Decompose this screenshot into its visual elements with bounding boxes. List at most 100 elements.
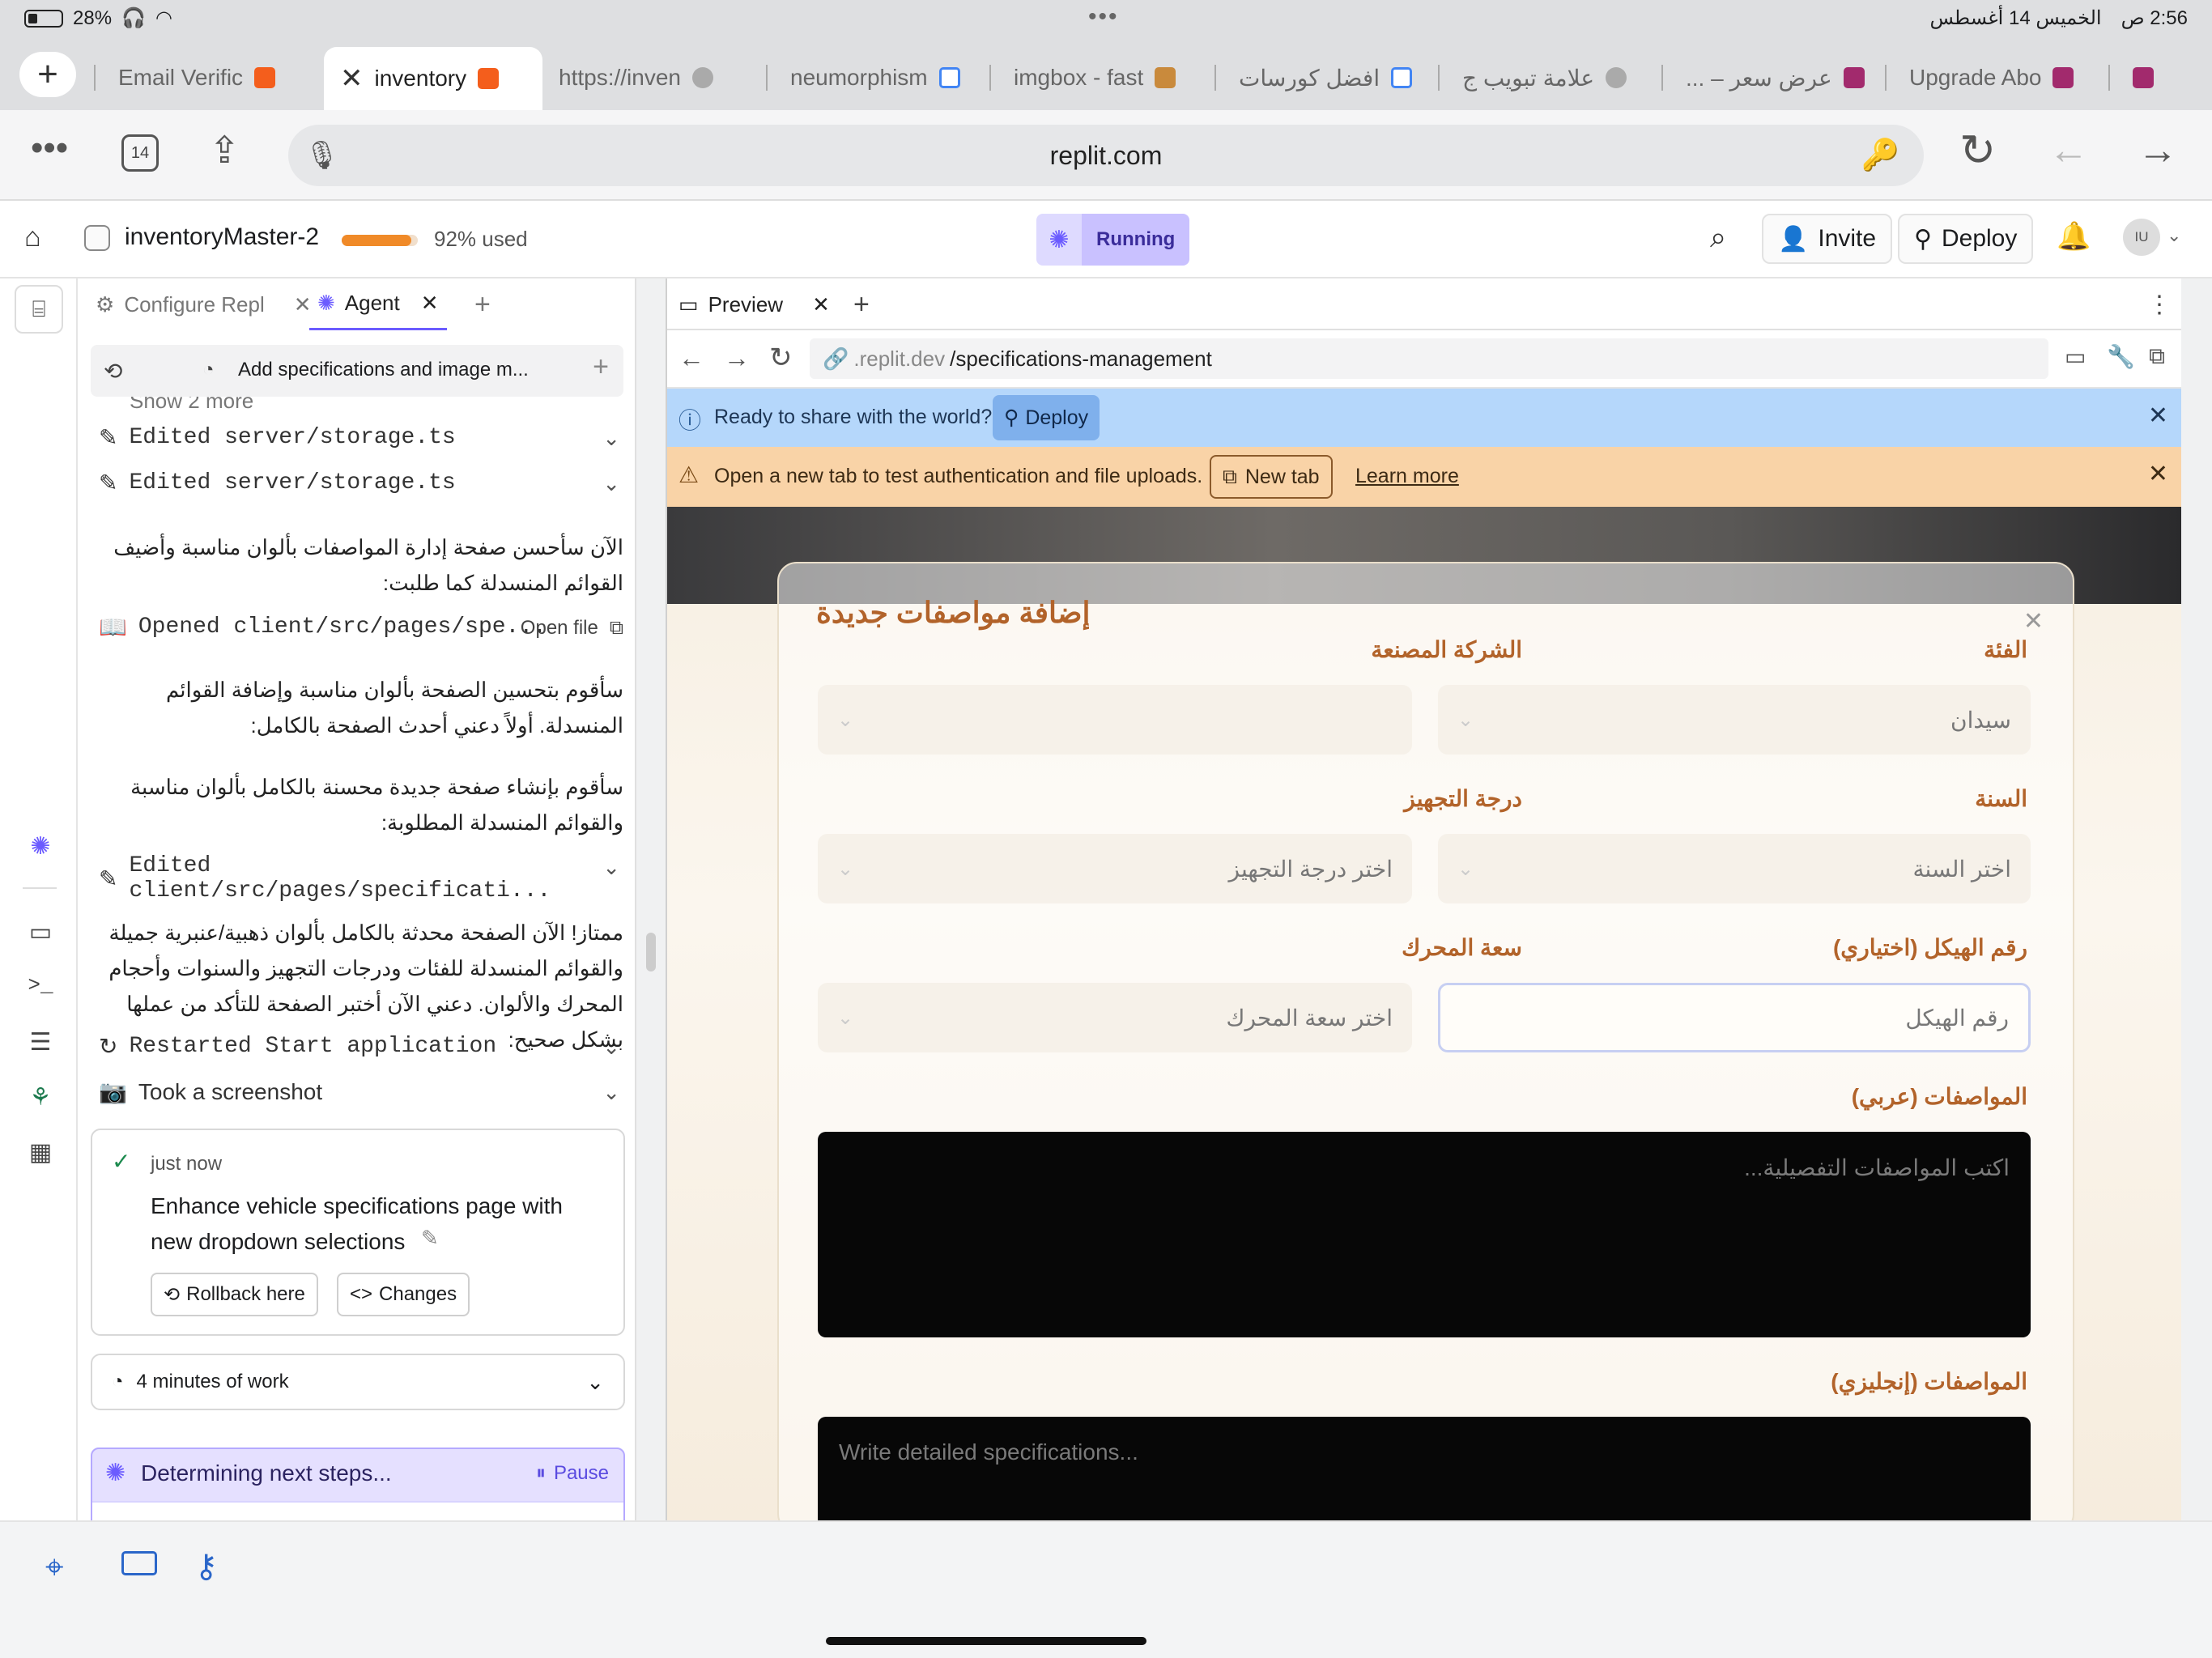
work-summary[interactable]: ◔ 4 minutes of work ⌄	[91, 1354, 625, 1410]
browser-tab[interactable]: Email Verific	[94, 55, 309, 100]
preview-address-field[interactable]: 🔗 .replit.dev /specifications-management	[810, 338, 2048, 379]
browser-tab[interactable]: https://inven	[559, 55, 753, 100]
new-chat-icon[interactable]: +	[593, 351, 609, 383]
year-select[interactable]: اختر السنة ⌄	[1438, 834, 2031, 903]
share-icon[interactable]: ⇪	[209, 128, 240, 172]
banner-deploy-button[interactable]: ⚲ Deploy	[993, 395, 1100, 440]
bell-icon[interactable]: 🔔	[2057, 220, 2091, 253]
rollback-button[interactable]: ⟲ Rollback here	[151, 1273, 318, 1316]
engine-select[interactable]: اختر سعة المحرك ⌄	[818, 983, 1412, 1052]
browser-tab[interactable]: Upgrade Abo	[1885, 55, 2097, 100]
back-arrow-icon[interactable]: ←	[2048, 126, 2089, 173]
chevron-down-icon[interactable]: ⌄	[602, 471, 620, 496]
chevron-down-icon[interactable]: ⌄	[2167, 225, 2181, 246]
avatar[interactable]: IU	[2123, 219, 2160, 256]
feed-restart-item[interactable]: ↻ Restarted Start application	[99, 1033, 496, 1060]
browser-tab[interactable]: neumorphism	[766, 55, 978, 100]
multitask-dots-icon[interactable]: •••	[1088, 3, 1119, 31]
location-pin-icon[interactable]: ⌖	[45, 1550, 64, 1586]
chevron-down-icon: ⌄	[1457, 708, 1474, 731]
chevron-down-icon[interactable]: ⌄	[602, 426, 620, 451]
show-more-link[interactable]: Show 2 more	[130, 397, 253, 411]
browser-tab[interactable]: علامة تبويب ج	[1438, 55, 1650, 100]
browser-tab[interactable]: imgbox - fast	[989, 55, 1202, 100]
chevron-down-icon[interactable]: ⌄	[602, 1080, 620, 1105]
back-arrow-icon[interactable]: ←	[678, 343, 704, 373]
changes-button[interactable]: <> Changes	[337, 1273, 470, 1316]
checkpoint-title: Enhance vehicle specifications page with…	[151, 1193, 563, 1254]
trim-placeholder: اختر درجة التجهيز	[1228, 856, 1393, 882]
close-icon[interactable]: ✕	[2148, 460, 2168, 488]
open-external-icon[interactable]: ⧉	[2149, 343, 2165, 370]
close-icon[interactable]: ✕	[2023, 607, 2044, 636]
pause-button[interactable]: ⏸ Pause	[536, 1462, 609, 1485]
browser-tab[interactable]	[2108, 55, 2189, 100]
new-tab-button[interactable]: +	[19, 52, 76, 97]
home-indicator[interactable]	[826, 1637, 1146, 1645]
close-icon[interactable]: ✕	[812, 292, 830, 317]
history-icon[interactable]: ⟲	[104, 358, 122, 385]
spec-ar-textarea[interactable]: اكتب المواصفات التفصيلية...	[818, 1132, 2031, 1337]
close-tab-icon[interactable]: ✕	[340, 62, 364, 95]
file-tree-icon[interactable]: ⌸	[15, 285, 63, 334]
tab-overview-icon[interactable]: 14	[121, 134, 159, 172]
chevron-down-icon[interactable]: ⌄	[586, 1370, 604, 1395]
address-field[interactable]: 🎙 replit.com 🔑	[288, 125, 1924, 186]
browser-tab[interactable]: افضل كورسات	[1214, 55, 1427, 100]
add-tab-icon[interactable]: +	[853, 278, 870, 330]
shell-icon[interactable]: >_	[24, 973, 57, 1005]
kebab-menu-icon[interactable]: ⋮	[2147, 278, 2172, 330]
home-icon[interactable]: ⌂	[24, 222, 41, 253]
agent-swirl-icon[interactable]: ✺	[24, 832, 57, 865]
chassis-input[interactable]: رقم الهيكل	[1438, 983, 2031, 1052]
feed-edit-item[interactable]: ✎ Edited client/src/pages/specificati...	[99, 853, 635, 903]
feed-edit-item[interactable]: ✎ Edited server/storage.ts	[99, 470, 456, 496]
more-options-icon[interactable]: •••	[31, 128, 68, 168]
deploy-button[interactable]: ⚲ Deploy	[1898, 214, 2034, 264]
modal-title: إضافة مواصفات جديدة	[816, 596, 1091, 629]
forward-arrow-icon[interactable]: →	[724, 343, 750, 373]
key-icon[interactable]: ⚷	[194, 1548, 218, 1585]
spec-en-textarea[interactable]: Write detailed specifications...	[818, 1417, 2031, 1520]
forward-arrow-icon[interactable]: →	[2138, 126, 2178, 173]
reload-icon[interactable]: ↻	[1959, 125, 1996, 176]
replit-favicon-icon	[478, 68, 500, 89]
repl-name[interactable]: inventoryMaster-2	[125, 223, 319, 251]
chevron-down-icon[interactable]: ⌄	[602, 855, 620, 880]
chevron-down-icon[interactable]: ⌄	[602, 1035, 620, 1060]
devtools-icon[interactable]: ▭	[2065, 343, 2086, 370]
tab-agent[interactable]: ✺ Agent ✕	[309, 278, 447, 330]
all-tools-grid-icon[interactable]: ▦	[24, 1138, 57, 1171]
category-select[interactable]: سيدان ⌄	[1438, 685, 2031, 755]
panel-resize-handle[interactable]	[646, 933, 656, 971]
credit-card-icon[interactable]	[121, 1551, 157, 1575]
trim-select[interactable]: اختر درجة التجهيز ⌄	[818, 834, 1412, 903]
new-tab-button[interactable]: ⧉ New tab	[1210, 455, 1333, 499]
chassis-label: رقم الهيكل (اختياري)	[1832, 935, 2027, 960]
password-key-icon[interactable]: 🔑	[1861, 138, 1899, 173]
chat-history-bar[interactable]: ⟲ ◔ Add specifications and image m... +	[91, 345, 623, 397]
close-icon[interactable]: ✕	[2148, 402, 2168, 430]
tab-separator	[1214, 65, 1216, 91]
tab-preview[interactable]: ▭ Preview ✕	[678, 278, 830, 330]
add-tab-icon[interactable]: +	[474, 278, 491, 330]
agent-message: سأقوم بتحسين الصفحة بألوان مناسبة وإضافة…	[165, 678, 623, 738]
database-icon[interactable]: ☰	[24, 1028, 57, 1061]
close-icon[interactable]: ✕	[421, 291, 439, 316]
deployments-icon[interactable]: ⚘	[24, 1083, 57, 1116]
search-icon[interactable]: ⌕	[1710, 220, 1726, 255]
browser-tab-active[interactable]: ✕ inventory	[324, 47, 542, 110]
manufacturer-select[interactable]: ⌄	[818, 685, 1412, 755]
wrench-icon[interactable]: 🔧	[2107, 343, 2135, 370]
run-status-badge[interactable]: ✺ Running	[1036, 214, 1190, 266]
invite-button[interactable]: 👤 Invite	[1762, 214, 1893, 264]
open-file-link[interactable]: Open file ⧉	[521, 617, 623, 640]
feed-screenshot-item[interactable]: 📷 Took a screenshot	[99, 1078, 322, 1105]
feed-edit-item[interactable]: ✎ Edited server/storage.ts	[99, 424, 456, 451]
monitor-icon[interactable]: ▭	[24, 918, 57, 950]
pencil-icon[interactable]: ✎	[421, 1226, 439, 1251]
feed-opened-item[interactable]: 📖 Opened client/src/pages/spe...	[99, 614, 547, 640]
learn-more-link[interactable]: Learn more	[1355, 465, 1459, 488]
reload-icon[interactable]: ↻	[769, 342, 793, 374]
browser-tab[interactable]: عرض سعر – ...	[1661, 55, 1874, 100]
